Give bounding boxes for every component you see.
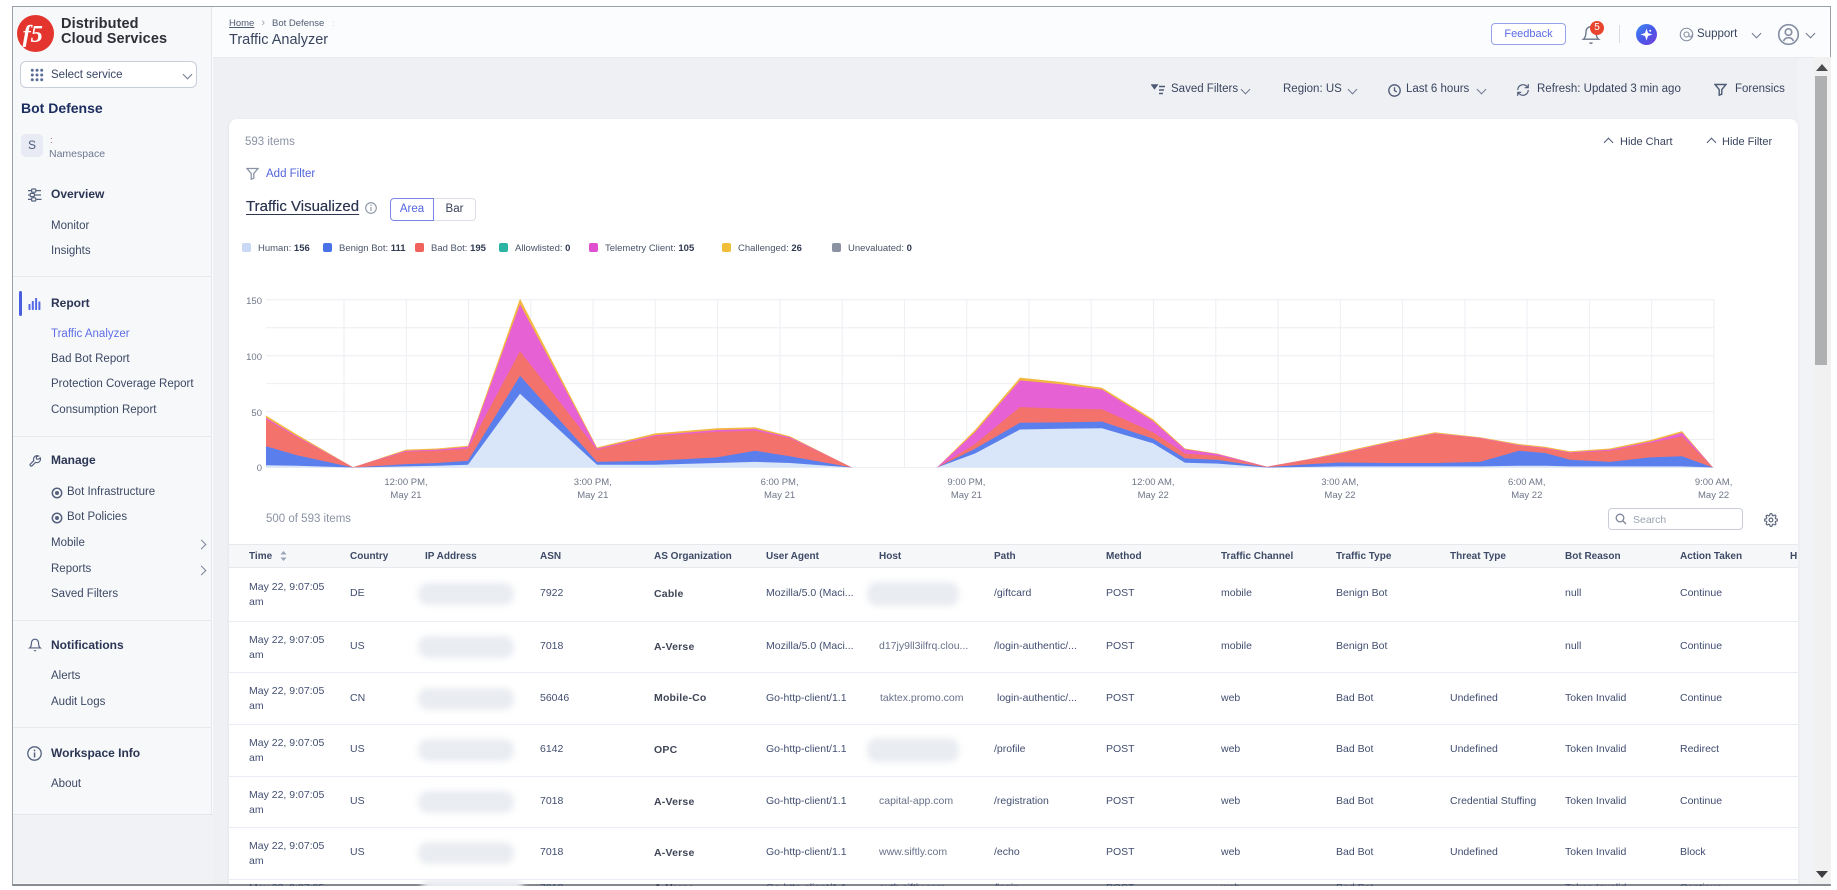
svg-text:May 21: May 21 xyxy=(764,490,795,501)
svg-text:May 22: May 22 xyxy=(1698,490,1729,501)
svg-text:May 22: May 22 xyxy=(1511,490,1542,501)
svg-text:50: 50 xyxy=(251,408,262,419)
svg-text:May 21: May 21 xyxy=(390,490,421,501)
svg-text:May 21: May 21 xyxy=(577,490,608,501)
svg-text:6:00 AM,: 6:00 AM, xyxy=(1508,477,1546,488)
svg-text:3:00 PM,: 3:00 PM, xyxy=(574,477,612,488)
svg-text:3:00 AM,: 3:00 AM, xyxy=(1321,477,1359,488)
svg-text:May 22: May 22 xyxy=(1324,490,1355,501)
svg-text:9:00 PM,: 9:00 PM, xyxy=(947,477,985,488)
svg-text:100: 100 xyxy=(246,352,262,363)
svg-text:May 22: May 22 xyxy=(1138,490,1169,501)
svg-text:0: 0 xyxy=(257,463,262,474)
svg-text:12:00 PM,: 12:00 PM, xyxy=(384,477,427,488)
svg-text:6:00 PM,: 6:00 PM, xyxy=(761,477,799,488)
svg-text:May 21: May 21 xyxy=(951,490,982,501)
svg-text:150: 150 xyxy=(246,296,262,307)
svg-text:f5: f5 xyxy=(23,21,43,48)
svg-text:9:00 AM,: 9:00 AM, xyxy=(1695,477,1733,488)
svg-text:12:00 AM,: 12:00 AM, xyxy=(1132,477,1175,488)
